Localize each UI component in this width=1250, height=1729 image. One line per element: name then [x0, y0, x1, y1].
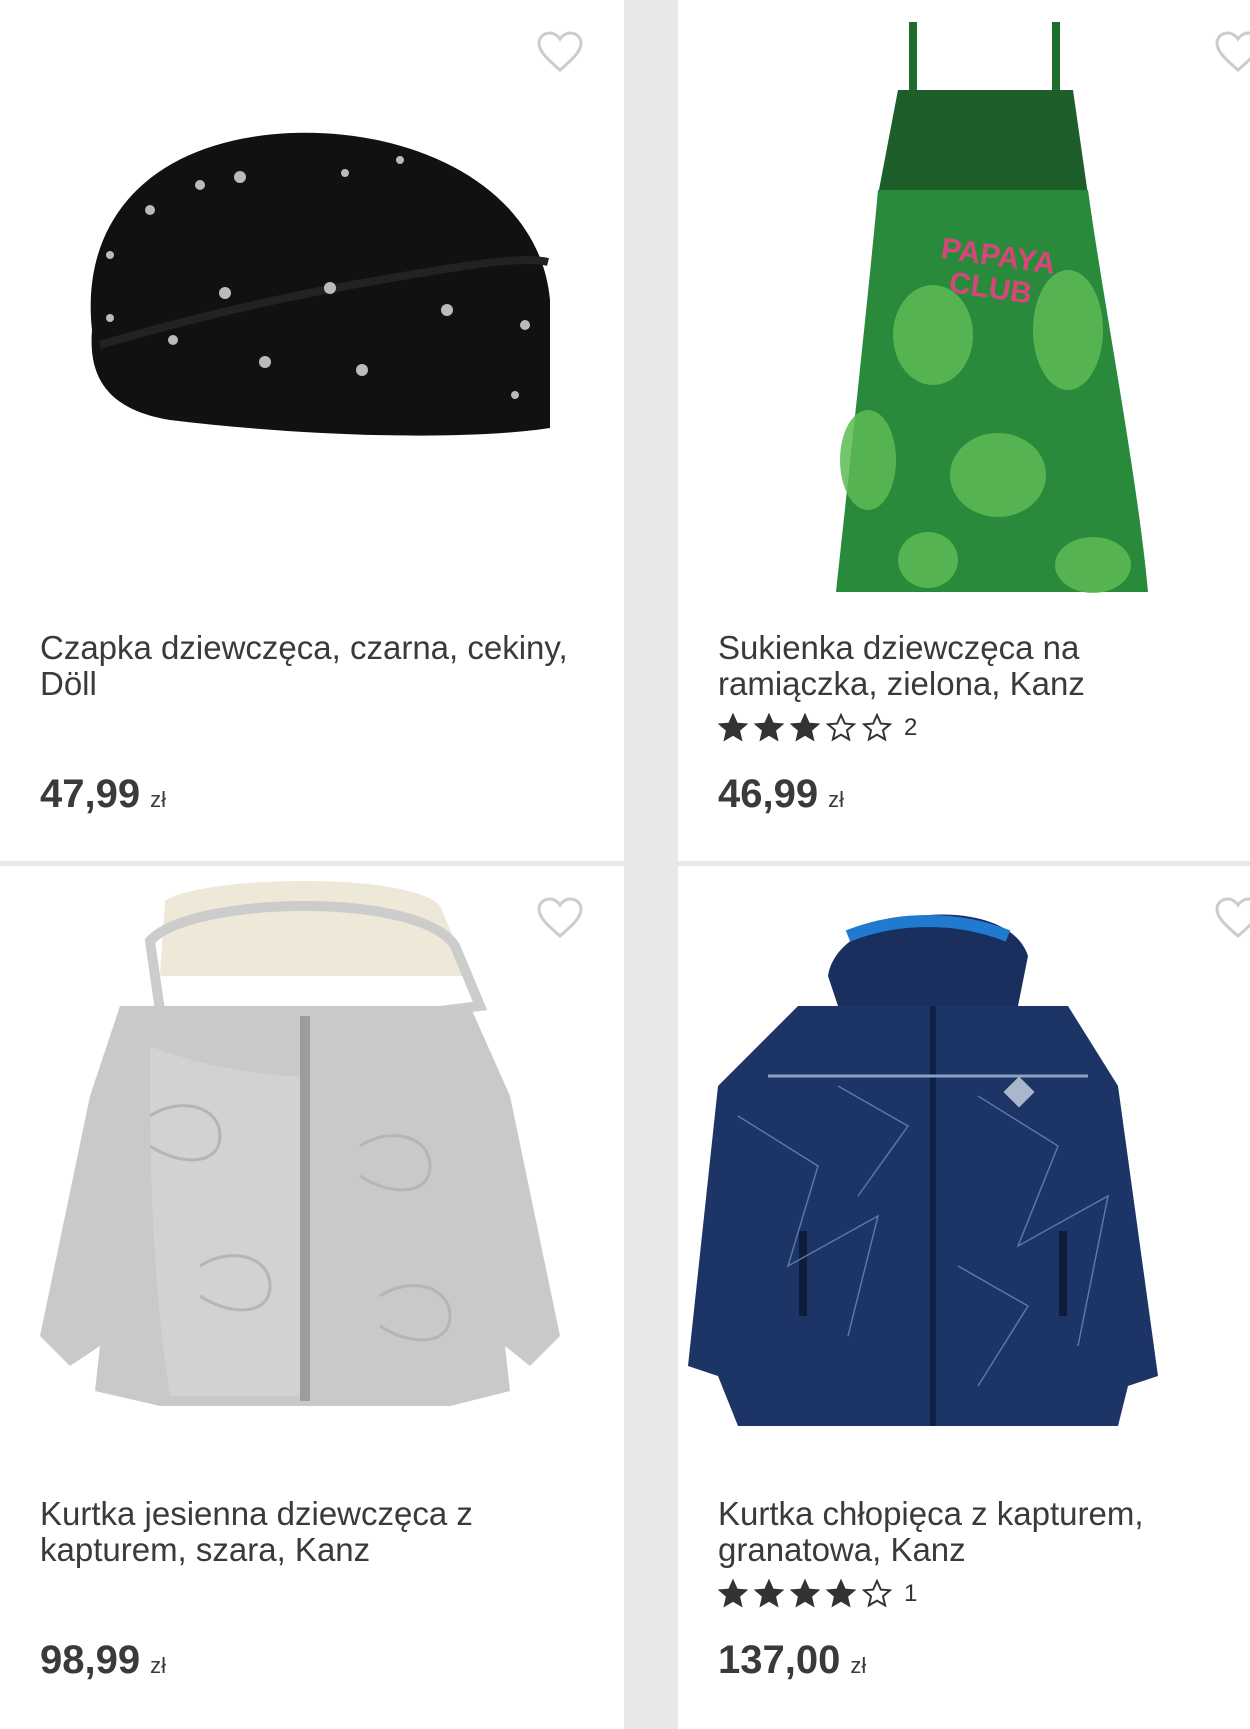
review-count: 1 — [904, 1580, 918, 1607]
price-value: 46,99 — [718, 772, 819, 816]
beanie-hat-image[interactable] — [0, 0, 624, 610]
product-price: 47,99 zł — [40, 770, 166, 824]
price-currency: zł — [150, 787, 166, 812]
price-value: 98,99 — [40, 1638, 141, 1682]
navy-jacket-image[interactable] — [678, 866, 1250, 1476]
star-filled-icon — [754, 1579, 784, 1608]
product-card[interactable]: Czapka dziewczęca, czarna, cekiny, Döll … — [0, 0, 624, 861]
star-filled-icon — [718, 713, 748, 742]
product-title[interactable]: Sukienka dziewczęca na ramiączka, zielon… — [718, 630, 1238, 702]
star-filled-icon — [790, 713, 820, 742]
rating-stars: 1 — [718, 1578, 917, 1610]
wishlist-heart-icon[interactable] — [536, 30, 584, 74]
product-price: 98,99 zł — [40, 1636, 166, 1690]
wishlist-heart-icon[interactable] — [1214, 30, 1250, 74]
wishlist-heart-icon[interactable] — [536, 896, 584, 940]
price-currency: zł — [150, 1653, 166, 1678]
wishlist-heart-icon[interactable] — [1214, 896, 1250, 940]
product-card[interactable]: Kurtka chłopięca z kapturem, granatowa, … — [678, 866, 1250, 1729]
product-title[interactable]: Czapka dziewczęca, czarna, cekiny, Döll — [40, 630, 580, 702]
star-empty-icon — [862, 1579, 892, 1608]
dress-image[interactable]: PAPAYA CLUB — [678, 0, 1250, 610]
star-filled-icon — [826, 1579, 856, 1608]
price-currency: zł — [828, 787, 844, 812]
product-price: 46,99 zł — [718, 770, 844, 824]
price-value: 47,99 — [40, 772, 141, 816]
star-filled-icon — [718, 1579, 748, 1608]
product-grid: Czapka dziewczęca, czarna, cekiny, Döll … — [0, 0, 1250, 1729]
product-card[interactable]: Kurtka jesienna dziewczęca z kapturem, s… — [0, 866, 624, 1729]
price-currency: zł — [850, 1653, 867, 1678]
product-card[interactable]: PAPAYA CLUB Sukienka dziewczęca na ramią… — [678, 0, 1250, 861]
product-title[interactable]: Kurtka jesienna dziewczęca z kapturem, s… — [40, 1496, 580, 1568]
review-count: 2 — [904, 714, 918, 741]
price-value: 137,00 — [718, 1638, 841, 1682]
star-empty-icon — [826, 713, 856, 742]
star-filled-icon — [754, 713, 784, 742]
product-price: 137,00 zł — [718, 1636, 866, 1690]
grey-jacket-image[interactable] — [0, 866, 624, 1476]
star-empty-icon — [862, 713, 892, 742]
product-title[interactable]: Kurtka chłopięca z kapturem, granatowa, … — [718, 1496, 1238, 1568]
star-filled-icon — [790, 1579, 820, 1608]
rating-stars: 2 — [718, 712, 917, 744]
